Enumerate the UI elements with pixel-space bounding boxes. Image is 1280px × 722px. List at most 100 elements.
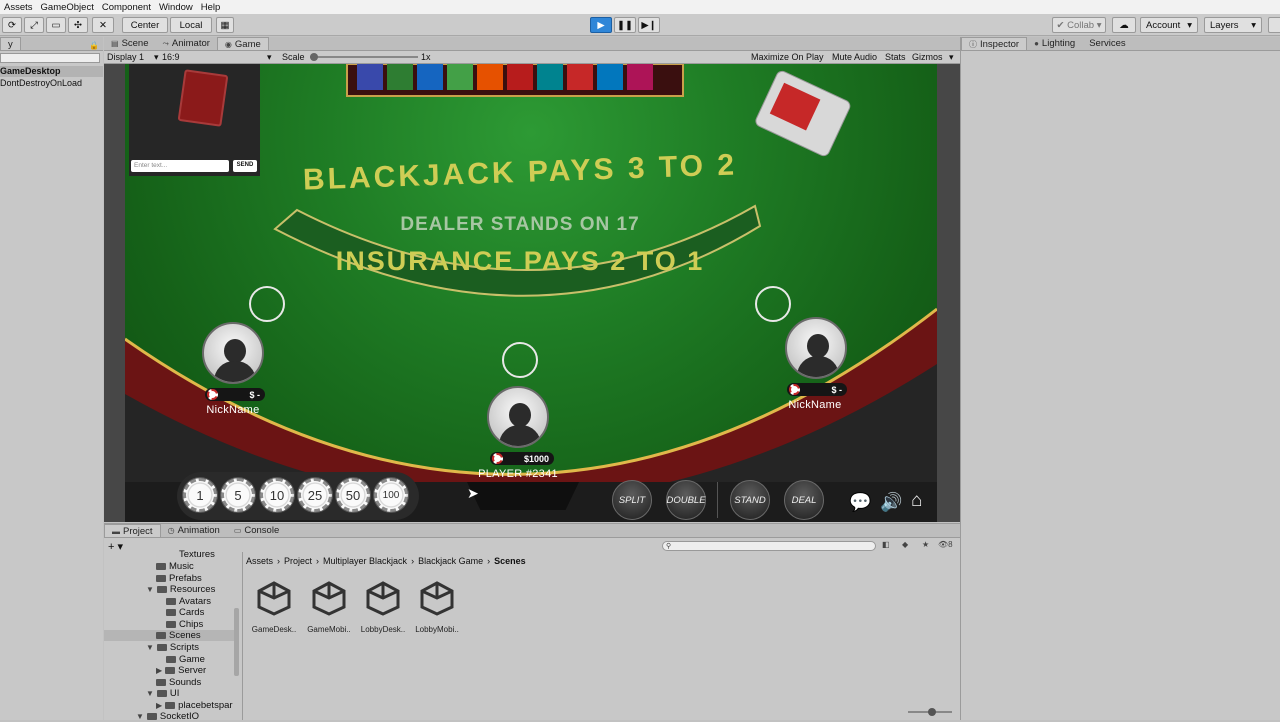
menu-help[interactable]: Help xyxy=(197,2,225,13)
bet-spot-right[interactable] xyxy=(755,286,791,322)
chip-1-button[interactable]: 1 xyxy=(183,478,217,512)
aspect-dropdown[interactable]: 16:9 xyxy=(162,52,180,62)
tab-services[interactable]: Services xyxy=(1082,37,1132,50)
menu-window[interactable]: Window xyxy=(155,2,197,13)
tree-scrollbar[interactable] xyxy=(234,608,239,676)
tab-animator[interactable]: ⤳ Animator xyxy=(156,37,217,50)
grid-snap-icon[interactable]: ▦ xyxy=(216,17,234,33)
rotate-tool-icon[interactable]: ⟳ xyxy=(2,17,22,33)
step-button[interactable]: ▶❙ xyxy=(638,17,660,33)
gizmos-dropdown[interactable]: Gizmos xyxy=(912,52,943,62)
deal-button[interactable]: DEAL xyxy=(784,480,824,520)
tree-item[interactable]: ▼ UI xyxy=(146,688,179,699)
scene-asset[interactable]: GameDesk.. xyxy=(248,576,300,634)
lock-icon[interactable]: 🔒 xyxy=(89,41,99,50)
pause-button[interactable]: ❚❚ xyxy=(614,17,636,33)
play-button[interactable]: ▶ xyxy=(590,17,612,33)
tree-item[interactable]: Sounds xyxy=(156,677,201,688)
tree-item[interactable]: ▼ SocketIO xyxy=(136,711,199,722)
breadcrumb-assets[interactable]: Assets xyxy=(246,556,273,566)
breadcrumb-blackjack-game[interactable]: Blackjack Game xyxy=(418,556,483,566)
project-search-input[interactable]: ⚲ xyxy=(662,541,876,551)
tree-item[interactable]: Avatars xyxy=(166,596,211,607)
bet-spot-left[interactable] xyxy=(249,286,285,322)
rect-tool-icon[interactable]: ▭ xyxy=(46,17,66,33)
speaker-icon[interactable]: 🔊 xyxy=(880,492,902,513)
chip-5-button[interactable]: 5 xyxy=(221,478,255,512)
expand-icon[interactable]: ▼ xyxy=(146,643,154,652)
expand-icon[interactable]: ▼ xyxy=(146,585,154,594)
label-icon[interactable]: ◆ xyxy=(902,540,908,549)
expand-icon[interactable]: ▼ xyxy=(146,689,154,698)
bet-spot-center[interactable] xyxy=(502,342,538,378)
scene-asset[interactable]: GameMobi.. xyxy=(303,576,355,634)
tree-item[interactable]: Chips xyxy=(166,619,203,630)
create-button[interactable]: + ▾ xyxy=(108,540,123,553)
menu-component[interactable]: Component xyxy=(98,2,155,13)
tree-item[interactable]: ▼ Scripts xyxy=(146,642,199,653)
hierarchy-item-gamedesktop[interactable]: GameDesktop xyxy=(0,66,103,77)
layout-dropdown[interactable] xyxy=(1268,17,1280,33)
filter-type-icon[interactable]: ◧ xyxy=(882,540,890,549)
home-icon[interactable]: ⌂ xyxy=(911,490,922,512)
display-dropdown[interactable]: Display 1 xyxy=(107,52,144,62)
maximize-on-play-toggle[interactable]: Maximize On Play xyxy=(751,52,824,62)
tree-item[interactable]: Textures xyxy=(179,549,215,560)
tree-item[interactable]: ▶ placebetspar xyxy=(156,700,233,711)
tree-item[interactable]: ▼ Resources xyxy=(146,584,215,595)
pivot-local-button[interactable]: Local xyxy=(170,17,212,33)
tree-item[interactable]: Prefabs xyxy=(156,573,202,584)
transform-tool-icon[interactable]: ✣ xyxy=(68,17,88,33)
tab-inspector[interactable]: ⓘ Inspector xyxy=(961,37,1028,50)
scale-slider[interactable] xyxy=(310,53,418,61)
tree-item[interactable]: Cards xyxy=(166,607,204,618)
scene-asset[interactable]: LobbyDesk.. xyxy=(357,576,409,634)
stand-button[interactable]: STAND xyxy=(730,480,770,520)
zoom-slider[interactable] xyxy=(908,708,952,716)
tree-item[interactable]: Game xyxy=(166,654,205,665)
cloud-icon[interactable]: ☁ xyxy=(1112,17,1136,33)
split-button[interactable]: SPLIT xyxy=(612,480,652,520)
breadcrumb-multiplayer[interactable]: Multiplayer Blackjack xyxy=(323,556,407,566)
menu-assets[interactable]: Assets xyxy=(0,2,37,13)
chat-icon[interactable]: 💬 xyxy=(849,492,871,513)
account-dropdown[interactable]: Account ▾ xyxy=(1140,17,1198,33)
zoom-slider-thumb[interactable] xyxy=(928,708,936,716)
hidden-count[interactable]: 👁8 xyxy=(938,540,953,549)
avatar-left[interactable] xyxy=(202,322,264,384)
chip-25-button[interactable]: 25 xyxy=(298,478,332,512)
chip-10-button[interactable]: 10 xyxy=(260,478,294,512)
mute-audio-toggle[interactable]: Mute Audio xyxy=(832,52,877,62)
collapse-icon[interactable]: ▶ xyxy=(156,666,162,675)
pivot-center-button[interactable]: Center xyxy=(122,17,168,33)
stats-toggle[interactable]: Stats xyxy=(885,52,906,62)
tree-item[interactable]: Music xyxy=(156,561,194,572)
tab-project[interactable]: ▬ Project xyxy=(104,524,161,537)
avatar-right[interactable] xyxy=(785,317,847,379)
tab-game[interactable]: ◉ Game xyxy=(216,37,269,50)
tab-hierarchy[interactable]: y xyxy=(0,37,21,50)
scene-asset[interactable]: LobbyMobi.. xyxy=(411,576,463,634)
scale-slider-thumb[interactable] xyxy=(310,53,318,61)
avatar-center[interactable] xyxy=(487,386,549,448)
tab-scene[interactable]: ▤ Scene xyxy=(104,37,156,50)
tab-console[interactable]: ▭ Console xyxy=(227,524,286,537)
chip-100-button[interactable]: 100 xyxy=(374,478,408,512)
tree-item[interactable]: ▶ Server xyxy=(156,665,206,676)
hierarchy-search-input[interactable] xyxy=(0,53,100,63)
breadcrumb-project[interactable]: Project xyxy=(284,556,312,566)
hierarchy-item-dontdestroy[interactable]: DontDestroyOnLoad xyxy=(0,78,103,89)
favorite-icon[interactable]: ★ xyxy=(922,540,929,549)
collapse-icon[interactable]: ▶ xyxy=(156,701,162,710)
breadcrumb-scenes[interactable]: Scenes xyxy=(494,556,526,566)
double-button[interactable]: DOUBLE xyxy=(666,480,706,520)
tab-lighting[interactable]: ● Lighting xyxy=(1027,37,1082,50)
menu-gameobject[interactable]: GameObject xyxy=(37,2,98,13)
layers-dropdown[interactable]: Layers ▾ xyxy=(1204,17,1262,33)
custom-tool-icon[interactable]: ✕ xyxy=(92,17,114,33)
tab-animation[interactable]: ◷ Animation xyxy=(161,524,227,537)
scale-tool-icon[interactable]: ⤢ xyxy=(24,17,44,33)
tree-item-selected[interactable]: Scenes xyxy=(104,630,234,641)
send-button[interactable]: SEND xyxy=(233,160,257,172)
chip-50-button[interactable]: 50 xyxy=(336,478,370,512)
